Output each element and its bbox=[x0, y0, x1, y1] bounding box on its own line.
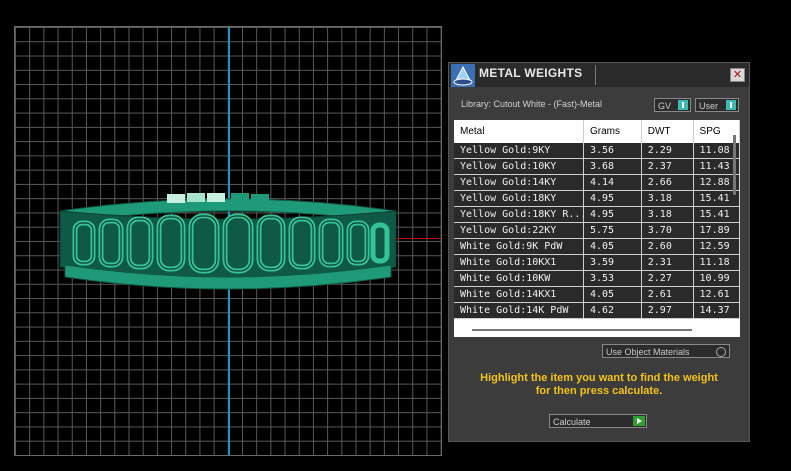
table-row[interactable]: Yellow Gold:22KY 5.75 3.70 17.89 bbox=[454, 222, 740, 239]
cell-metal: White Gold:14KX1 bbox=[454, 286, 584, 303]
table-row[interactable]: Yellow Gold:10KY 3.68 2.37 11.43 bbox=[454, 158, 740, 175]
cell-dwt: 2.61 bbox=[641, 286, 694, 303]
title-separator bbox=[595, 65, 596, 85]
column-header-metal[interactable]: Metal bbox=[454, 120, 584, 143]
table-row[interactable]: Yellow Gold:9KY 3.56 2.29 11.08 bbox=[454, 143, 740, 159]
close-button[interactable]: ✕ bbox=[730, 68, 745, 82]
cell-metal: White Gold:10KW bbox=[454, 270, 584, 287]
gv-toggle[interactable]: GV bbox=[654, 98, 691, 112]
cell-metal: Yellow Gold:18KY bbox=[454, 190, 584, 207]
cell-grams: 4.95 bbox=[583, 206, 642, 223]
cell-grams: 3.56 bbox=[583, 143, 642, 159]
calculate-label: Calculate bbox=[553, 417, 591, 427]
cell-dwt: 3.18 bbox=[641, 190, 694, 207]
table-row[interactable]: White Gold:9K PdW 4.05 2.60 12.59 bbox=[454, 238, 740, 255]
gv-toggle-label: GV bbox=[658, 101, 672, 111]
column-header-grams[interactable]: Grams bbox=[583, 120, 642, 143]
cell-spg: 10.99 bbox=[693, 270, 740, 287]
cell-grams: 4.05 bbox=[583, 238, 642, 255]
cell-metal: Yellow Gold:22KY bbox=[454, 222, 584, 239]
toggle-knob-icon bbox=[726, 100, 736, 110]
cell-spg: 11.18 bbox=[693, 254, 740, 271]
cell-spg: 12.61 bbox=[693, 286, 740, 303]
cell-grams: 4.14 bbox=[583, 174, 642, 191]
cell-grams: 5.75 bbox=[583, 222, 642, 239]
cell-grams: 4.95 bbox=[583, 190, 642, 207]
cell-spg: 14.37 bbox=[693, 302, 740, 319]
cell-dwt: 2.37 bbox=[641, 158, 694, 175]
cell-dwt: 2.66 bbox=[641, 174, 694, 191]
cell-dwt: 3.70 bbox=[641, 222, 694, 239]
cell-grams: 3.59 bbox=[583, 254, 642, 271]
cell-metal: White Gold:10KX1 bbox=[454, 254, 584, 271]
table-row[interactable]: White Gold:10KX1 3.59 2.31 11.18 bbox=[454, 254, 740, 271]
cell-dwt: 2.60 bbox=[641, 238, 694, 255]
cell-metal: Yellow Gold:10KY bbox=[454, 158, 584, 175]
cell-grams: 4.05 bbox=[583, 286, 642, 303]
toggle-knob-icon bbox=[678, 100, 688, 110]
cell-spg: 17.89 bbox=[693, 222, 740, 239]
use-object-materials-label: Use Object Materials bbox=[606, 347, 690, 357]
table-row[interactable]: Yellow Gold:18KY R... 4.95 3.18 15.41 bbox=[454, 206, 740, 223]
table-row[interactable]: White Gold:10KW 3.53 2.27 10.99 bbox=[454, 270, 740, 287]
table-row[interactable]: White Gold:14KX1 4.05 2.61 12.61 bbox=[454, 286, 740, 303]
table-row[interactable]: White Gold:14K PdW 4.62 2.97 14.37 bbox=[454, 302, 740, 319]
cell-dwt: 2.27 bbox=[641, 270, 694, 287]
play-arrow-icon bbox=[633, 416, 645, 426]
radio-icon[interactable] bbox=[716, 347, 726, 357]
panel-title: METAL WEIGHTS bbox=[479, 66, 583, 80]
3d-viewport[interactable] bbox=[14, 26, 442, 456]
cell-metal: Yellow Gold:9KY bbox=[454, 143, 584, 159]
cell-grams: 4.62 bbox=[583, 302, 642, 319]
cell-spg: 15.41 bbox=[693, 206, 740, 223]
calculate-button[interactable]: Calculate bbox=[549, 414, 647, 428]
panel-titlebar[interactable]: METAL WEIGHTS ✕ bbox=[449, 63, 749, 87]
cell-metal: White Gold:9K PdW bbox=[454, 238, 584, 255]
column-header-dwt[interactable]: DWT bbox=[641, 120, 694, 143]
ring-model[interactable] bbox=[15, 27, 441, 455]
cell-dwt: 2.97 bbox=[641, 302, 694, 319]
close-icon: ✕ bbox=[732, 68, 743, 81]
app-logo-icon bbox=[451, 64, 475, 87]
cell-dwt: 2.31 bbox=[641, 254, 694, 271]
instruction-line-2: for then press calculate. bbox=[535, 385, 663, 397]
use-object-materials-option[interactable]: Use Object Materials bbox=[602, 344, 730, 358]
table-header-row: Metal Grams DWT SPG bbox=[454, 120, 740, 143]
cell-spg: 12.59 bbox=[693, 238, 740, 255]
cell-dwt: 3.18 bbox=[641, 206, 694, 223]
table-row[interactable]: Yellow Gold:14KY 4.14 2.66 12.88 bbox=[454, 174, 740, 191]
user-toggle[interactable]: User bbox=[695, 98, 739, 112]
metal-table[interactable]: Metal Grams DWT SPG Yellow Gold:9KY 3.56… bbox=[454, 120, 740, 337]
horizontal-scrollbar[interactable] bbox=[472, 329, 692, 331]
cell-grams: 3.68 bbox=[583, 158, 642, 175]
metal-weights-panel: METAL WEIGHTS ✕ Library: Cutout White - … bbox=[448, 62, 750, 442]
cell-dwt: 2.29 bbox=[641, 143, 694, 159]
cell-metal: Yellow Gold:14KY bbox=[454, 174, 584, 191]
user-toggle-label: User bbox=[699, 101, 719, 111]
library-label: Library: Cutout White - (Fast)-Metal bbox=[461, 99, 603, 109]
vertical-scrollbar[interactable] bbox=[733, 135, 736, 195]
cell-metal: White Gold:14K PdW bbox=[454, 302, 584, 319]
instruction-line-1: Highlight the item you want to find the … bbox=[480, 372, 718, 384]
cell-grams: 3.53 bbox=[583, 270, 642, 287]
cell-metal: Yellow Gold:18KY R... bbox=[454, 206, 584, 223]
table-row[interactable]: Yellow Gold:18KY 4.95 3.18 15.41 bbox=[454, 190, 740, 207]
instruction-text: Highlight the item you want to find the … bbox=[459, 372, 739, 398]
